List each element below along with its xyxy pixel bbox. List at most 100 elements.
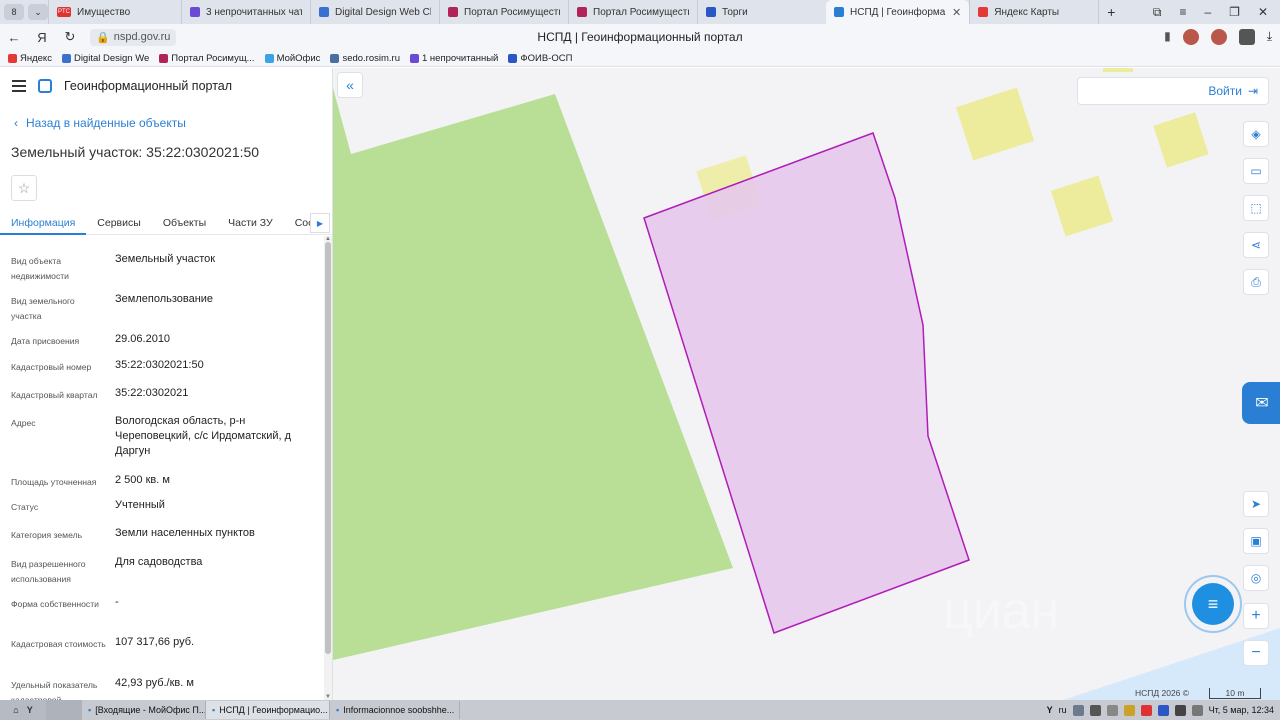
favorite-star-icon[interactable]: ☆ <box>11 175 37 201</box>
extension-icon[interactable] <box>1182 29 1199 45</box>
extension-icon[interactable] <box>1238 29 1255 45</box>
bookmark-item[interactable]: Digital Design We <box>61 52 150 64</box>
property-key: Вид объекта недвижимости <box>11 256 69 281</box>
watermark: циан <box>943 582 1059 640</box>
tray-icon[interactable] <box>1157 704 1169 716</box>
print-icon[interactable]: ⎙ <box>1243 269 1269 295</box>
tabs-scroll-right-icon[interactable]: ▶ <box>310 213 330 233</box>
browser-tab[interactable]: НСПД | Геоинформац ✕ <box>826 0 970 24</box>
tray-icon[interactable] <box>1106 704 1118 716</box>
new-tab-button[interactable]: + <box>1098 0 1123 24</box>
chat-lines-icon: ≡ <box>1192 583 1234 625</box>
tray-icon[interactable] <box>1089 704 1101 716</box>
back-to-results-link[interactable]: ‹ Назад в найденные объекты <box>14 116 332 130</box>
login-label: Войти <box>1208 84 1242 98</box>
tray-icon[interactable] <box>1191 704 1203 716</box>
bookmark-item[interactable]: Яндекс <box>8 53 52 64</box>
object-tab[interactable]: Информация <box>0 211 87 235</box>
extension-icon[interactable] <box>1210 29 1227 45</box>
taskbar-item[interactable]: ▪ Informacionnoe soobshhe... <box>330 701 460 719</box>
tab-favicon-icon <box>319 7 329 17</box>
tray-icon[interactable] <box>1072 704 1084 716</box>
tabs-overview-icon[interactable]: ⧉ <box>1153 5 1162 20</box>
login-button[interactable]: Войти ⇥ <box>1077 77 1269 105</box>
bookmark-label: МойОфис <box>276 52 321 64</box>
restore-icon[interactable]: ❐ <box>1229 5 1240 20</box>
bookmark-item[interactable]: МойОфис <box>264 52 321 64</box>
taskbar-item[interactable]: ▪ НСПД | Геоинформацио... <box>206 701 330 719</box>
taskbar-item[interactable]: ▪ [Входящие - МойОфис П... <box>82 701 206 719</box>
minimize-icon[interactable]: – <box>1204 5 1211 20</box>
start-button[interactable]: ⌂ Y <box>0 700 46 720</box>
browser-tab[interactable]: Digital Design Web Clier <box>310 0 439 24</box>
close-tab-icon[interactable]: ✕ <box>952 6 961 19</box>
ruler-icon[interactable]: ▭ <box>1243 158 1269 184</box>
tab-favicon-icon <box>706 7 716 17</box>
yandex-tray-icon[interactable]: Y <box>1047 705 1053 715</box>
property-key: Площадь уточненная <box>11 477 97 487</box>
reload-icon[interactable]: ↻ <box>56 29 84 45</box>
downloads-icon[interactable]: ⤓ <box>1267 29 1272 45</box>
menu-icon[interactable]: ≡ <box>1179 5 1186 20</box>
object-tab[interactable]: Объекты <box>152 211 217 235</box>
browser-tab[interactable]: PTC Имущество <box>48 0 181 24</box>
chat-support-icon[interactable]: ✉ <box>1242 382 1280 424</box>
back-arrow-icon[interactable]: ← <box>0 30 28 45</box>
bookmark-favicon-icon <box>61 53 71 63</box>
tab-list-chevron-icon[interactable]: ⌄ <box>28 4 48 20</box>
app-icon: ▪ <box>336 705 340 715</box>
scale-bar: 10 m <box>1209 688 1261 699</box>
green-area <box>333 88 733 660</box>
tray-icon[interactable] <box>1140 704 1152 716</box>
chevron-left-icon: ‹ <box>14 116 18 130</box>
property-key: Дата присвоения <box>11 336 80 346</box>
bookmark-item[interactable]: sedo.rosim.ru <box>330 53 400 64</box>
tray-icon[interactable] <box>1123 704 1135 716</box>
chat-fab[interactable]: ≡ <box>1184 575 1242 633</box>
object-tab[interactable]: Сервисы <box>86 211 152 235</box>
close-window-icon[interactable]: ✕ <box>1258 5 1268 20</box>
browser-tab[interactable]: Портал Росимущества <box>439 0 568 24</box>
map-view[interactable]: циан « Войти ⇥ ◈ ▭ ⬚ ⋖ ⎙ ✉ ➤ ▣ ◎ + − ≡ Н… <box>333 68 1280 700</box>
select-area-icon[interactable]: ⬚ <box>1243 195 1269 221</box>
property-key: Категория земель <box>11 530 83 540</box>
bookmark-label: sedo.rosim.ru <box>342 52 400 64</box>
collapse-panel-icon[interactable]: « <box>337 72 363 98</box>
geolocation-icon[interactable]: ◎ <box>1243 565 1269 591</box>
bookmark-item[interactable]: ФОИВ-ОСП <box>508 53 572 64</box>
bookmark-icon[interactable]: ▮ <box>1164 29 1171 45</box>
scrollbar-thumb[interactable] <box>325 242 331 654</box>
share-icon[interactable]: ⋖ <box>1243 232 1269 258</box>
navigate-icon[interactable]: ➤ <box>1243 491 1269 517</box>
property-value: Земельный участок <box>115 253 216 265</box>
bookmark-item[interactable]: Портал Росимущ... <box>159 53 255 64</box>
object-tab[interactable]: Части ЗУ <box>217 211 284 235</box>
property-key: Вид земельного участка <box>11 296 75 321</box>
browser-tab[interactable]: Торги <box>697 0 826 24</box>
bookmark-item[interactable]: 1 непрочитанный <box>410 53 498 64</box>
bookmark-label: Digital Design We <box>73 52 150 64</box>
zoom-in-icon[interactable]: + <box>1243 603 1269 629</box>
yandex-icon[interactable]: Я <box>28 30 56 45</box>
browser-tab[interactable]: Портал Росимущества <box>568 0 697 24</box>
building <box>1050 175 1114 237</box>
browser-tab-label: Торги <box>722 6 748 18</box>
tab-counter[interactable]: 8 <box>4 4 24 20</box>
browser-tab-label: Яндекс Карты <box>994 6 1060 18</box>
zoom-out-icon[interactable]: − <box>1243 640 1269 666</box>
property-key: Кадастровый номер <box>11 362 92 372</box>
clock[interactable]: Чт, 5 мар, 12:34 <box>1209 705 1274 715</box>
menu-icon[interactable] <box>12 80 26 92</box>
browser-tab[interactable]: Яндекс Карты <box>969 0 1098 24</box>
object-tabs: ИнформацияСервисыОбъектыЧасти ЗУСостав▶ <box>0 211 332 235</box>
browser-tab[interactable]: 3 непрочитанных чата <box>181 0 310 24</box>
tray-icon[interactable] <box>1174 704 1186 716</box>
sidebar-scrollbar[interactable]: ▲ ▼ <box>324 236 332 700</box>
keyboard-layout[interactable]: ru <box>1059 705 1067 715</box>
map-canvas[interactable]: циан <box>333 68 1280 700</box>
layers-icon[interactable]: ◈ <box>1243 121 1269 147</box>
app-icon: ▪ <box>88 705 92 715</box>
minimap-icon[interactable]: ▣ <box>1243 528 1269 554</box>
bookmark-favicon-icon <box>8 53 17 63</box>
url-field[interactable]: 🔒 nspd.gov.ru <box>90 28 177 46</box>
